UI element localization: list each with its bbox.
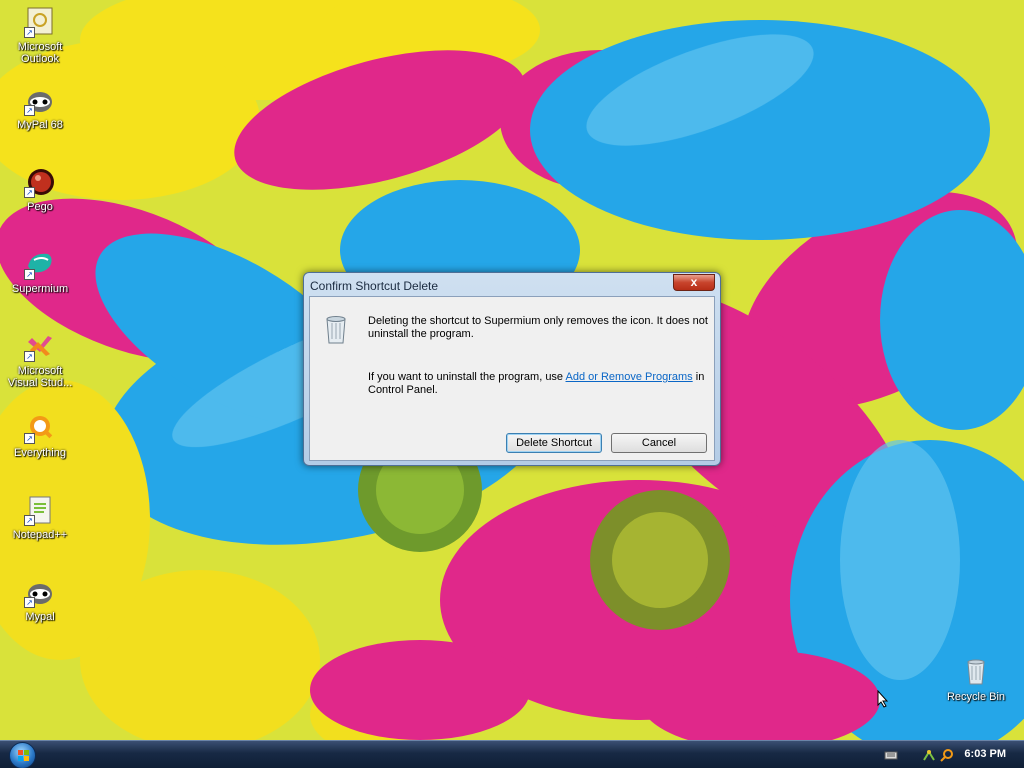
delete-shortcut-button[interactable]: Delete Shortcut (506, 433, 602, 453)
mypal-icon: ↗ (24, 84, 56, 116)
dialog-uninstall-hint: If you want to uninstall the program, us… (368, 371, 712, 397)
shortcut-arrow-icon: ↗ (24, 187, 35, 198)
taskbar-clock[interactable]: 6:03 PM (964, 748, 1006, 760)
network-icon[interactable] (922, 748, 936, 762)
shortcut-arrow-icon: ↗ (24, 27, 35, 38)
desktop-icon-supermium[interactable]: ↗ Supermium (2, 248, 78, 295)
outlook-icon: ↗ (24, 6, 56, 38)
confirm-shortcut-delete-dialog: Confirm Shortcut Delete x Deleting the s… (303, 272, 721, 466)
shortcut-arrow-icon: ↗ (24, 597, 35, 608)
visual-studio-icon: ↗ (24, 330, 56, 362)
cancel-button[interactable]: Cancel (611, 433, 707, 453)
everything-icon: ↗ (24, 412, 56, 444)
desktop-icon-label: Recycle Bin (946, 691, 1006, 703)
pego-icon: ↗ (24, 166, 56, 198)
desktop-icon-label: Supermium (11, 283, 69, 295)
desktop-icon-visual-studio[interactable]: ↗ Microsoft Visual Stud... (2, 330, 78, 389)
close-button[interactable]: x (673, 274, 715, 291)
close-icon: x (690, 275, 698, 289)
mouse-cursor-icon (877, 689, 889, 708)
windows-logo-icon (18, 750, 29, 761)
shortcut-arrow-icon: ↗ (24, 433, 35, 444)
hint-prefix: If you want to uninstall the program, us… (368, 371, 566, 383)
recycle-bin-icon (960, 656, 992, 688)
add-remove-programs-link[interactable]: Add or Remove Programs (566, 371, 693, 383)
dialog-title: Confirm Shortcut Delete (310, 279, 439, 293)
shortcut-arrow-icon: ↗ (24, 351, 35, 362)
desktop-icon-notepad-plus-plus[interactable]: ↗ Notepad++ (2, 494, 78, 541)
dialog-message: Deleting the shortcut to Supermium only … (368, 315, 708, 340)
desktop-icon-label: Microsoft Outlook (17, 41, 63, 65)
shortcut-arrow-icon: ↗ (24, 515, 35, 526)
system-tray: 6:03 PM (874, 741, 1024, 768)
desktop-icon-outlook[interactable]: ↗ Microsoft Outlook (2, 6, 78, 65)
desktop-icon-label: Everything (14, 447, 66, 459)
desktop-icon-label: Microsoft Visual Stud... (7, 365, 73, 389)
recycle-bin-icon (322, 313, 350, 345)
supermium-icon: ↗ (24, 248, 56, 280)
desktop-icon-label: Mypal (25, 611, 55, 623)
shortcut-arrow-icon: ↗ (24, 105, 35, 116)
desktop-icon-everything[interactable]: ↗ Everything (2, 412, 78, 459)
start-button[interactable] (9, 742, 36, 768)
desktop-icon-mypal-68[interactable]: ↗ MyPal 68 (2, 84, 78, 131)
search-icon[interactable] (940, 748, 954, 762)
desktop-icon-pego[interactable]: ↗ Pego (2, 166, 78, 213)
dialog-body: Deleting the shortcut to Supermium only … (309, 296, 715, 461)
taskbar: 6:03 PM (0, 740, 1024, 768)
desktop-icon-recycle-bin[interactable]: Recycle Bin (938, 656, 1014, 703)
desktop-icon-label: Notepad++ (12, 529, 68, 541)
desktop-icon-label: Pego (27, 201, 53, 213)
desktop-icon-label: MyPal 68 (17, 119, 63, 131)
keyboard-icon[interactable] (884, 748, 898, 762)
notepad-plus-plus-icon: ↗ (24, 494, 56, 526)
desktop-icon-mypal[interactable]: ↗ Mypal (2, 576, 78, 623)
mypal-icon: ↗ (24, 576, 56, 608)
shortcut-arrow-icon: ↗ (24, 269, 35, 280)
